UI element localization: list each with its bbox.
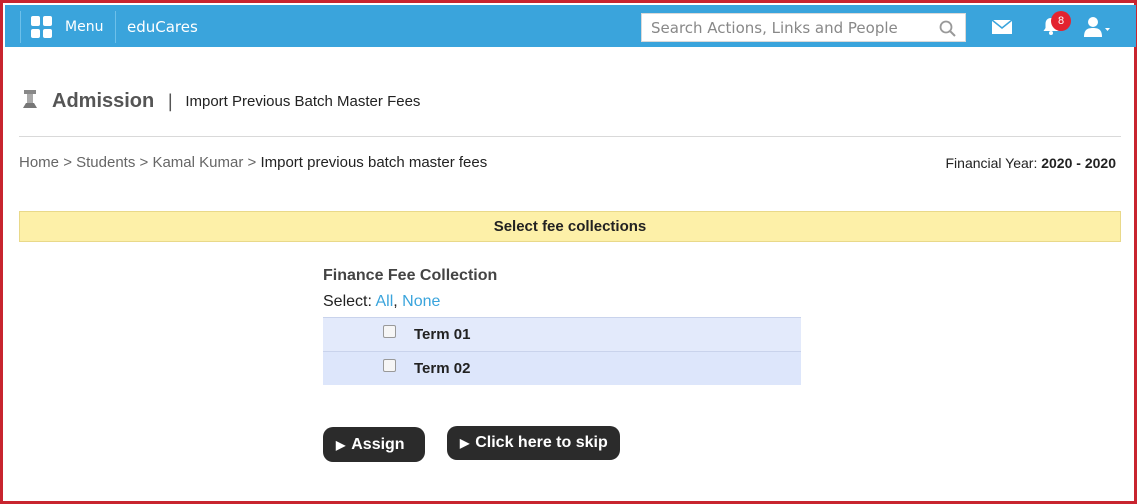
term-02-checkbox[interactable] xyxy=(383,359,396,372)
menu-label: Menu xyxy=(65,19,104,35)
financial-year: Financial Year: 2020 - 2020 xyxy=(946,155,1117,171)
assign-label: Assign xyxy=(351,435,405,453)
financial-year-end: 2020 xyxy=(1084,155,1116,171)
search-icon[interactable] xyxy=(939,20,956,41)
notification-count-badge: 8 xyxy=(1051,11,1071,31)
term-label: Term 02 xyxy=(414,360,471,377)
breadcrumb-home[interactable]: Home xyxy=(19,154,59,171)
select-none-link[interactable]: None xyxy=(402,293,440,310)
breadcrumb-separator: > xyxy=(247,154,257,171)
breadcrumb-separator: > xyxy=(139,154,149,171)
page-subtitle: Import Previous Batch Master Fees xyxy=(185,92,421,110)
term-row: Term 02 xyxy=(323,351,801,385)
page-title: Admission xyxy=(52,89,155,112)
term-row: Term 01 xyxy=(323,317,801,351)
select-controls: Select: All, None xyxy=(323,293,440,311)
brand-link[interactable]: eduCares xyxy=(127,18,198,36)
select-comma: , xyxy=(393,293,398,310)
admission-icon xyxy=(21,89,39,113)
skip-button[interactable]: ▶ Click here to skip xyxy=(447,426,620,460)
financial-year-label: Financial Year: xyxy=(945,155,1038,171)
search-box xyxy=(641,13,966,42)
fee-collection-title: Finance Fee Collection xyxy=(323,267,498,284)
play-icon: ▶ xyxy=(336,437,346,452)
assign-button[interactable]: ▶ Assign xyxy=(323,427,425,462)
app-frame: Menu eduCares 8 Admission | Import Previ… xyxy=(0,0,1137,504)
section-banner: Select fee collections xyxy=(19,211,1121,242)
financial-year-start: 2020 xyxy=(1041,155,1073,171)
user-icon[interactable] xyxy=(1083,16,1111,42)
top-navigation-bar: Menu eduCares 8 xyxy=(5,5,1136,47)
menu-button[interactable]: Menu xyxy=(20,11,116,43)
financial-year-dash: - xyxy=(1076,155,1081,171)
skip-label: Click here to skip xyxy=(475,434,608,451)
breadcrumb: Home > Students > Kamal Kumar > Import p… xyxy=(19,154,487,171)
page-header: Admission | Import Previous Batch Master… xyxy=(21,89,420,113)
select-all-link[interactable]: All xyxy=(375,293,393,310)
title-separator: | xyxy=(167,90,174,112)
header-divider xyxy=(19,136,1121,137)
breadcrumb-current: Import previous batch master fees xyxy=(260,154,488,171)
term-label: Term 01 xyxy=(414,326,471,343)
mail-icon[interactable] xyxy=(991,19,1013,39)
breadcrumb-separator: > xyxy=(63,154,72,171)
grid-icon xyxy=(31,16,53,38)
search-input[interactable] xyxy=(642,14,932,41)
select-label: Select: xyxy=(323,293,372,310)
play-icon: ▶ xyxy=(460,436,470,450)
term-01-checkbox[interactable] xyxy=(383,325,396,338)
breadcrumb-students[interactable]: Students xyxy=(76,154,135,171)
breadcrumb-student-name[interactable]: Kamal Kumar xyxy=(152,154,243,171)
